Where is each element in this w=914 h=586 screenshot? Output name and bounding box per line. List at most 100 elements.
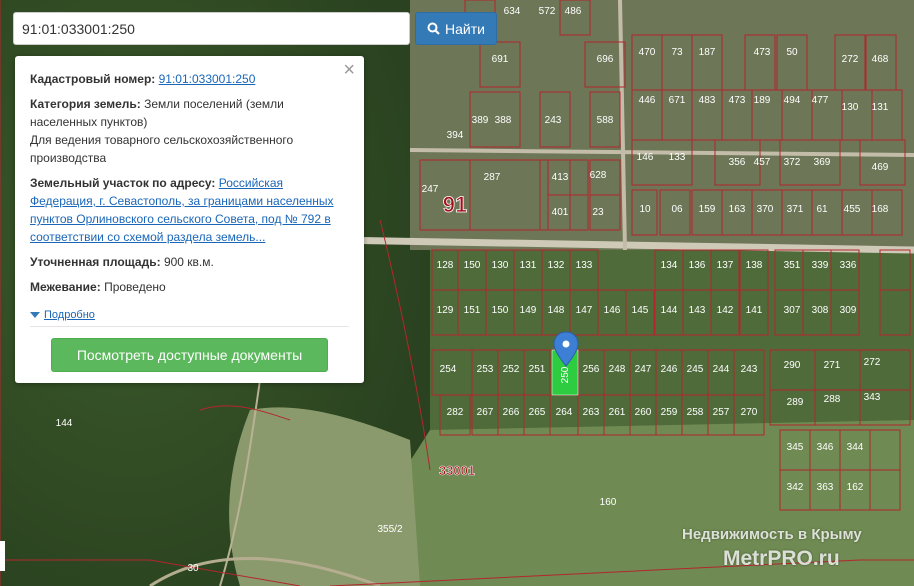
view-documents-button[interactable]: Посмотреть доступные документы — [51, 338, 328, 372]
parcel-label: 290 — [784, 360, 801, 371]
parcel-label: 254 — [440, 364, 457, 375]
parcel-label: 258 — [687, 407, 704, 418]
parcel-label: 142 — [717, 305, 734, 316]
address-row: Земельный участок по адресу: Российская … — [30, 174, 348, 246]
parcel-label: 369 — [814, 157, 831, 168]
parcel-label: 163 — [729, 204, 746, 215]
parcel-label: 628 — [590, 170, 607, 181]
parcel-label: 248 — [609, 364, 626, 375]
search-icon — [427, 22, 440, 35]
area-label: Уточненная площадь: — [30, 255, 161, 269]
survey-row: Межевание: Проведено — [30, 278, 348, 296]
parcel-label: 247 — [635, 364, 652, 375]
parcel-label: 251 — [529, 364, 546, 375]
parcel-label: 146 — [604, 305, 621, 316]
parcel-label: 189 — [754, 95, 771, 106]
parcel-label: 23 — [592, 207, 604, 218]
search-button[interactable]: Найти — [415, 12, 497, 45]
survey-label: Межевание: — [30, 280, 101, 294]
parcel-label: 128 — [437, 260, 454, 271]
parcel-label: 138 — [746, 260, 763, 271]
parcel-label: 129 — [437, 305, 454, 316]
parcel-label: 131 — [872, 102, 889, 113]
parcel-label: 308 — [812, 305, 829, 316]
parcel-label: 06 — [671, 204, 683, 215]
parcel-label: 61 — [816, 204, 828, 215]
parcel-label: 132 — [548, 260, 565, 271]
area-row: Уточненная площадь: 900 кв.м. — [30, 253, 348, 271]
parcel-label: 372 — [784, 157, 801, 168]
search-button-label: Найти — [445, 20, 485, 37]
parcel-label: 50 — [786, 47, 798, 58]
parcel-label: 159 — [699, 204, 716, 215]
block-label: 91 — [443, 192, 467, 217]
parcel-label: 144 — [661, 305, 678, 316]
parcel-label: 267 — [477, 407, 494, 418]
parcel-label: 252 — [503, 364, 520, 375]
parcel-label: 691 — [492, 54, 509, 65]
parcel-label: 30 — [187, 563, 199, 574]
parcel-label: 243 — [741, 364, 758, 375]
category-use: Для ведения товарного сельскохозяйственн… — [30, 133, 294, 165]
parcel-label: 288 — [824, 394, 841, 405]
parcel-label: 10 — [639, 204, 651, 215]
parcel-label: 73 — [671, 47, 683, 58]
parcel-label: 260 — [635, 407, 652, 418]
search-input[interactable] — [13, 12, 410, 45]
parcel-label: 671 — [669, 95, 686, 106]
parcel-label: 470 — [639, 47, 656, 58]
parcel-label: 160 — [600, 497, 617, 508]
category-label: Категория земель: — [30, 97, 141, 111]
parcel-label: 455 — [844, 204, 861, 215]
cadastral-link[interactable]: 91:01:033001:250 — [159, 72, 256, 86]
parcel-label: 309 — [840, 305, 857, 316]
parcel-label: 145 — [632, 305, 649, 316]
close-icon[interactable]: × — [343, 60, 355, 80]
parcel-label: 634 — [504, 6, 521, 17]
parcel-label: 446 — [639, 95, 656, 106]
parcel-label: 351 — [784, 260, 801, 271]
parcel-label: 473 — [754, 47, 771, 58]
watermark-line2: MetrPRO.ru — [723, 547, 840, 570]
parcel-label: 282 — [447, 407, 464, 418]
parcel-label: 272 — [842, 54, 859, 65]
parcel-label: 272 — [864, 357, 881, 368]
parcel-label: 136 — [689, 260, 706, 271]
parcel-label: 370 — [757, 204, 774, 215]
parcel-label: 133 — [669, 152, 686, 163]
parcel-label: 244 — [713, 364, 730, 375]
parcel-label: 146 — [637, 152, 654, 163]
parcel-label: 271 — [824, 360, 841, 371]
parcel-label: 345 — [787, 442, 804, 453]
parcel-label: 401 — [552, 207, 569, 218]
parcel-label: 270 — [741, 407, 758, 418]
parcel-label: 133 — [576, 260, 593, 271]
parcel-label: 247 — [422, 184, 439, 195]
parcel-label: 246 — [661, 364, 678, 375]
side-tab[interactable] — [0, 541, 5, 571]
quarter-label: 33001 — [439, 463, 475, 478]
parcel-label: 346 — [817, 442, 834, 453]
parcel-label: 469 — [872, 162, 889, 173]
parcel-label: 473 — [729, 95, 746, 106]
parcel-label: 389 — [472, 115, 489, 126]
details-toggle[interactable]: Подробно — [30, 306, 348, 324]
selected-parcel-label: 250 — [560, 366, 571, 383]
parcel-label: 150 — [464, 260, 481, 271]
parcel-label: 356 — [729, 157, 746, 168]
category-row: Категория земель: Земли поселений (земли… — [30, 95, 348, 167]
parcel-label: 339 — [812, 260, 829, 271]
area-value: 900 кв.м. — [163, 255, 214, 269]
parcel-label: 289 — [787, 397, 804, 408]
parcel-label: 265 — [529, 407, 546, 418]
parcel-label: 343 — [864, 392, 881, 403]
divider — [30, 326, 349, 327]
parcel-label: 148 — [548, 305, 565, 316]
parcel-label: 588 — [597, 115, 614, 126]
parcel-label: 245 — [687, 364, 704, 375]
parcel-label: 363 — [817, 482, 834, 493]
parcel-label: 468 — [872, 54, 889, 65]
parcel-label: 149 — [520, 305, 537, 316]
cadastral-label: Кадастровый номер: — [30, 72, 156, 86]
cadastral-row: Кадастровый номер: 91:01:033001:250 — [30, 70, 348, 88]
